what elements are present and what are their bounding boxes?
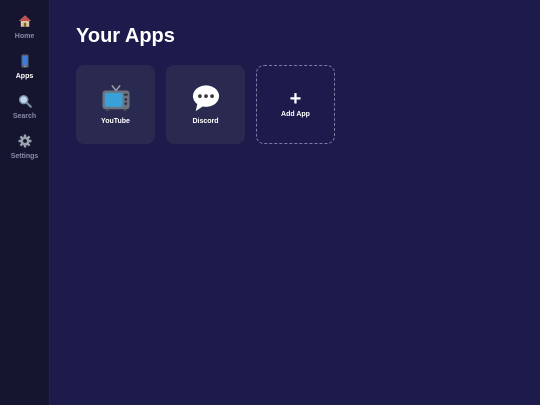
sidebar-item-settings[interactable]: Settings bbox=[0, 134, 50, 174]
app-tile-label: YouTube bbox=[101, 117, 130, 125]
add-app-button[interactable]: + Add App bbox=[256, 65, 335, 144]
app-tile-discord[interactable]: Discord bbox=[166, 65, 245, 144]
sidebar-item-label: Home bbox=[14, 33, 35, 40]
page-title: Your Apps bbox=[76, 25, 175, 47]
phone-icon bbox=[21, 54, 28, 68]
app-tile-youtube[interactable]: YouTube bbox=[76, 65, 155, 144]
app-window: Home Apps Search Settings Your Apps YouT… bbox=[0, 0, 540, 405]
speech-bubble-icon bbox=[192, 84, 219, 111]
tv-icon bbox=[101, 84, 130, 111]
main-content: Your Apps YouTube Discord + Add App bbox=[50, 0, 540, 405]
sidebar-item-search[interactable]: Search bbox=[0, 94, 50, 134]
plus-icon: + bbox=[289, 88, 302, 110]
sidebar-item-label: Search bbox=[12, 113, 37, 120]
app-grid: YouTube Discord + Add App bbox=[76, 65, 335, 144]
sidebar: Home Apps Search Settings bbox=[0, 0, 50, 405]
sidebar-item-label: Apps bbox=[15, 73, 34, 80]
gear-icon bbox=[18, 134, 31, 148]
app-tile-label: Discord bbox=[192, 117, 219, 125]
sidebar-item-home[interactable]: Home bbox=[0, 14, 50, 54]
sidebar-item-label: Settings bbox=[10, 153, 39, 160]
add-app-label: Add App bbox=[281, 111, 310, 118]
search-icon bbox=[18, 94, 32, 108]
home-icon bbox=[18, 15, 31, 27]
sidebar-item-apps[interactable]: Apps bbox=[0, 54, 50, 94]
